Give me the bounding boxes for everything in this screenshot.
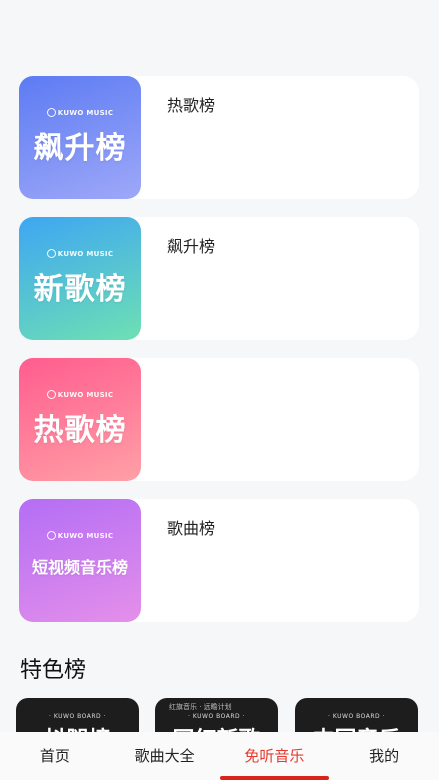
tab-song-library[interactable]: 歌曲大全 [110, 732, 220, 780]
tab-mine[interactable]: 我的 [329, 732, 439, 780]
tab-free-music[interactable]: 免听音乐 [219, 732, 330, 780]
featured-caption: 红旗音乐 · 远瞻计划 [169, 703, 232, 711]
featured-brand: · KUWO BOARD · [49, 713, 106, 720]
tab-label: 首页 [39, 747, 70, 765]
brand-text: KUWO MUSIC [57, 108, 114, 117]
chart-label: 歌曲榜 [167, 519, 216, 538]
chart-cover: KUWO MUSIC 短视频音乐榜 [19, 499, 141, 622]
tab-label: 歌曲大全 [134, 747, 195, 765]
chart-card[interactable]: KUWO MUSIC 新歌榜 飙升榜 [19, 217, 419, 340]
chart-card[interactable]: KUWO MUSIC 短视频音乐榜 歌曲榜 [19, 499, 419, 622]
kuwo-logo-icon [46, 531, 56, 540]
cover-title: 热歌榜 [33, 413, 127, 448]
brand-logo: KUWO MUSIC [46, 249, 114, 258]
active-tab-indicator [219, 776, 330, 780]
chart-label: 热歌榜 [167, 96, 216, 115]
cover-title: 新歌榜 [33, 272, 127, 307]
cover-title: 飙升榜 [33, 131, 127, 166]
tab-home[interactable]: 首页 [0, 732, 110, 780]
chart-cover: KUWO MUSIC 新歌榜 [19, 217, 141, 340]
tab-label: 免听音乐 [244, 747, 305, 765]
kuwo-logo-icon [46, 390, 56, 399]
kuwo-logo-icon [46, 108, 56, 117]
section-title: 特色榜 [20, 658, 87, 683]
chart-card[interactable]: KUWO MUSIC 飙升榜 热歌榜 [19, 76, 419, 199]
brand-logo: KUWO MUSIC [46, 531, 114, 540]
brand-logo: KUWO MUSIC [46, 390, 114, 399]
brand-logo: KUWO MUSIC [46, 108, 114, 117]
kuwo-logo-icon [46, 249, 56, 258]
chart-cover: KUWO MUSIC 热歌榜 [19, 358, 141, 481]
chart-card[interactable]: KUWO MUSIC 热歌榜 [19, 358, 419, 481]
brand-text: KUWO MUSIC [57, 249, 114, 258]
cover-title: 短视频音乐榜 [31, 558, 128, 577]
chart-label: 飙升榜 [167, 237, 216, 256]
chart-cover: KUWO MUSIC 飙升榜 [19, 76, 141, 199]
featured-brand: · KUWO BOARD · [188, 713, 245, 720]
tab-label: 我的 [369, 747, 400, 765]
featured-brand: · KUWO BOARD · [328, 713, 385, 720]
brand-text: KUWO MUSIC [57, 531, 114, 540]
bottom-tab-bar: 首页 歌曲大全 免听音乐 我的 [0, 732, 439, 780]
brand-text: KUWO MUSIC [57, 390, 114, 399]
